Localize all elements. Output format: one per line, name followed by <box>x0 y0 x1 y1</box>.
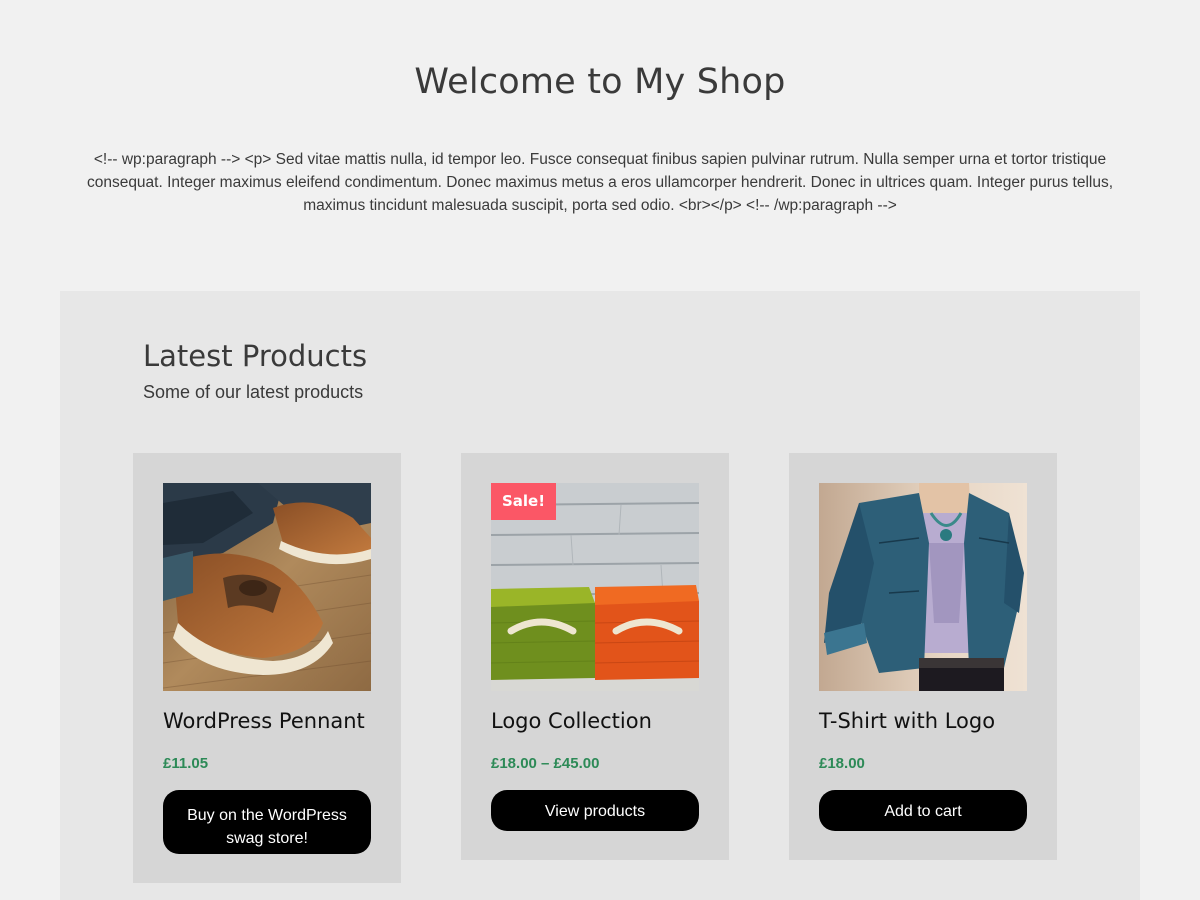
product-price: £18.00 <box>819 755 865 772</box>
product-price: £11.05 <box>163 755 209 772</box>
intro-paragraph: <!-- wp:paragraph --> <p> Sed vitae matt… <box>86 151 1114 214</box>
section-title: Latest Products <box>143 339 368 373</box>
product-name[interactable]: T-Shirt with Logo <box>819 709 995 733</box>
product-card: WordPress Pennant £11.05 Buy on the Word… <box>133 453 401 883</box>
page-title: Welcome to My Shop <box>414 62 786 102</box>
section-subtitle: Some of our latest products <box>143 382 364 402</box>
product-name[interactable]: Logo Collection <box>491 709 652 733</box>
view-products-button[interactable]: View products <box>491 790 699 831</box>
product-card: T-Shirt with Logo £18.00 Add to cart <box>789 453 1057 860</box>
product-name[interactable]: WordPress Pennant <box>163 709 365 733</box>
shoes-photo <box>163 483 371 691</box>
jacket-photo <box>819 483 1027 691</box>
product-card: Sale! Logo Collection £18.00 – £45.00 Vi… <box>461 453 729 860</box>
product-image-link[interactable] <box>819 483 1027 691</box>
buy-on-swag-store-button[interactable]: Buy on the WordPress swag store! <box>163 790 371 854</box>
product-image-link[interactable] <box>163 483 371 691</box>
latest-products-section: Latest Products Some of our latest produ… <box>60 291 1140 900</box>
product-price: £18.00 – £45.00 <box>491 755 600 772</box>
product-image-link[interactable]: Sale! <box>491 483 699 691</box>
sale-badge: Sale! <box>491 483 556 520</box>
add-to-cart-button[interactable]: Add to cart <box>819 790 1027 831</box>
